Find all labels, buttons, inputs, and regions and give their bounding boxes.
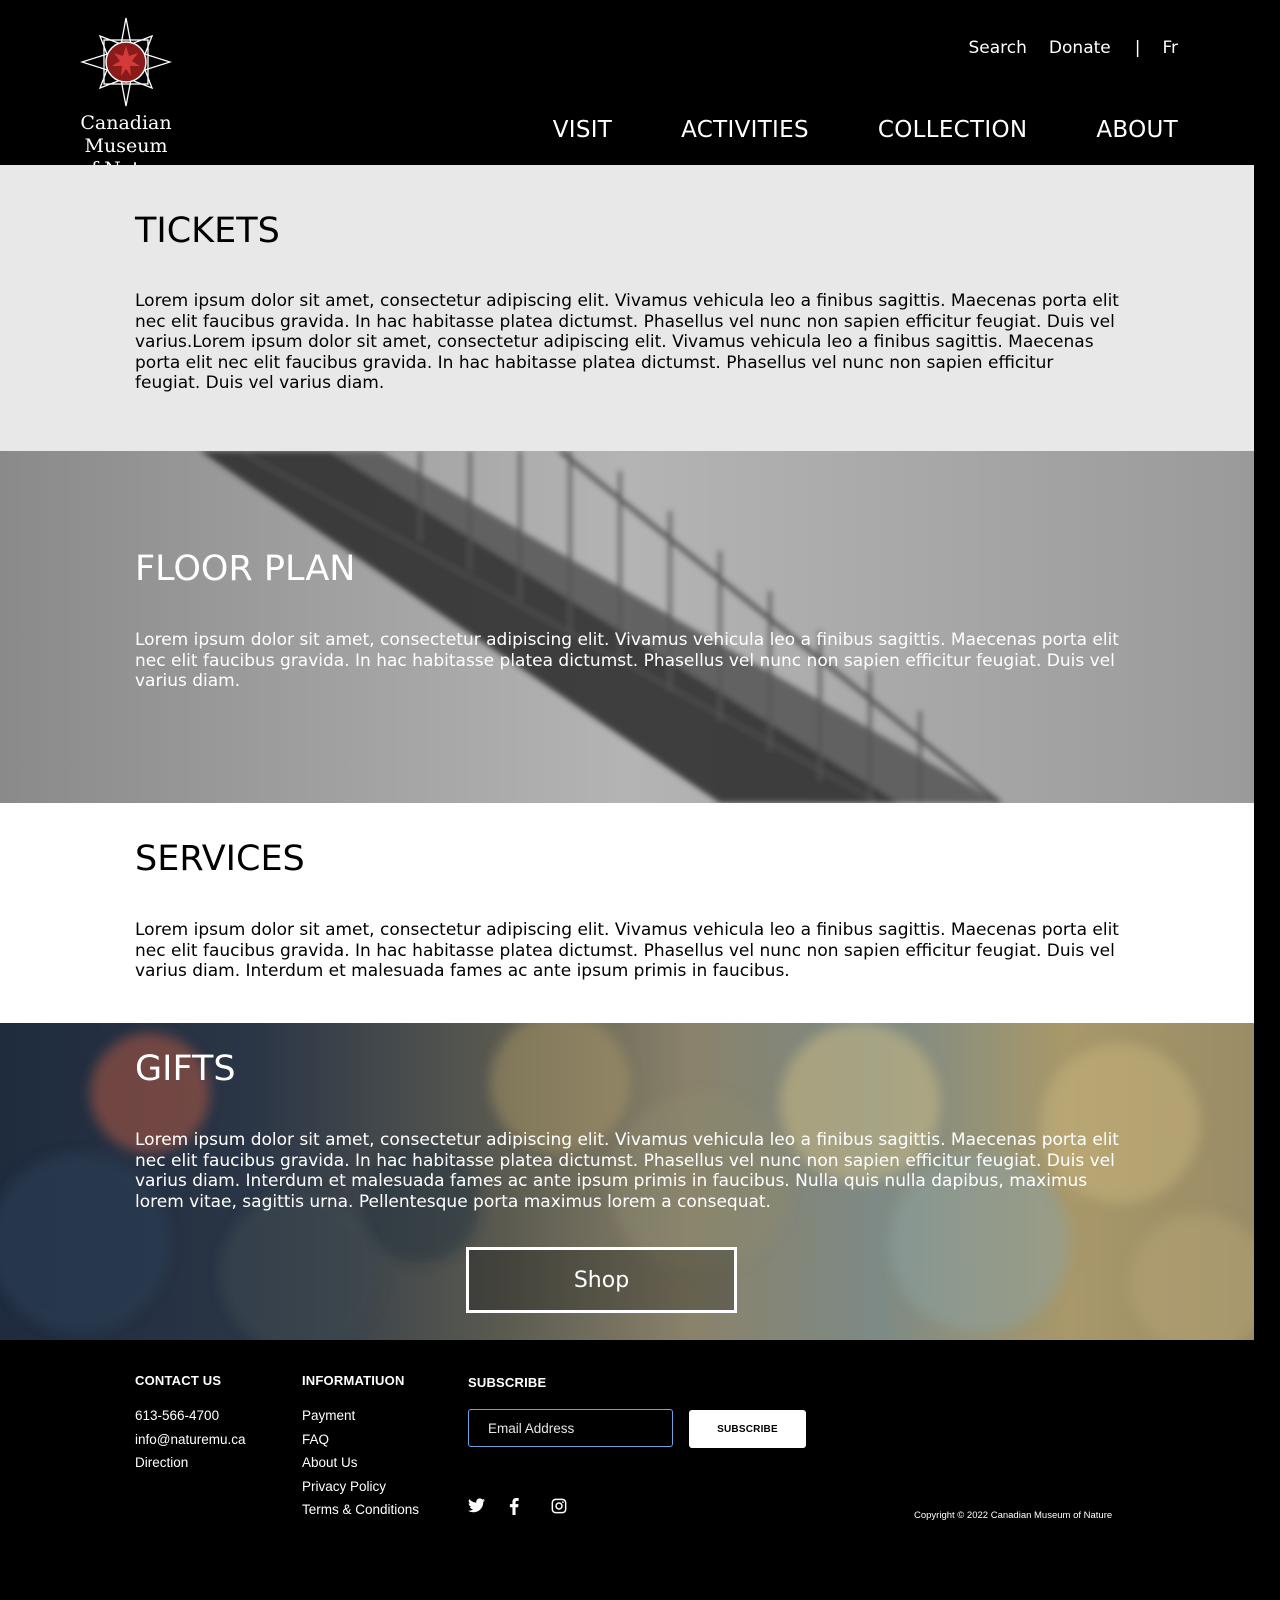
nav-item-activities[interactable]: ACTIVITIES (681, 117, 809, 143)
museum-logo[interactable]: Canadian Museum of Nature (36, 16, 216, 181)
services-title: SERVICES (135, 839, 305, 879)
contact-column: CONTACT US 613-566-4700 info@naturemu.ca… (135, 1373, 246, 1475)
floor-plan-body: Lorem ipsum dolor sit amet, consectetur … (135, 630, 1119, 691)
instagram-icon (551, 1498, 567, 1514)
information-column: INFORMATIUON Payment FAQ About Us Privac… (302, 1373, 419, 1522)
contact-heading: CONTACT US (135, 1373, 222, 1388)
direction-link[interactable]: Direction (135, 1451, 246, 1475)
floor-plan-section: FLOOR PLAN Lorem ipsum dolor sit amet, c… (0, 451, 1254, 803)
terms-link[interactable]: Terms & Conditions (302, 1498, 419, 1522)
copyright-text: Copyright © 2022 Canadian Museum of Natu… (914, 1510, 1113, 1521)
email-link[interactable]: info@naturemu.ca (135, 1428, 246, 1452)
subscribe-column: SUBSCRIBE (468, 1375, 546, 1406)
nav-item-collection[interactable]: COLLECTION (878, 117, 1028, 143)
gifts-section: GIFTS Lorem ipsum dolor sit amet, consec… (0, 1023, 1254, 1340)
about-us-link[interactable]: About Us (302, 1451, 419, 1475)
privacy-policy-link[interactable]: Privacy Policy (302, 1475, 419, 1499)
language-toggle-link[interactable]: Fr (1162, 38, 1178, 58)
faq-link[interactable]: FAQ (302, 1428, 419, 1452)
search-link[interactable]: Search (969, 38, 1027, 58)
email-input[interactable]: Email Address (468, 1409, 673, 1447)
floor-plan-title: FLOOR PLAN (135, 549, 356, 589)
gifts-body: Lorem ipsum dolor sit amet, consectetur … (135, 1130, 1119, 1212)
site-footer: CONTACT US 613-566-4700 info@naturemu.ca… (0, 1340, 1254, 1568)
information-heading: INFORMATIUON (302, 1373, 405, 1388)
utility-nav: Search Donate | Fr (947, 38, 1178, 58)
services-body: Lorem ipsum dolor sit amet, consectetur … (135, 920, 1119, 981)
tickets-title: TICKETS (135, 211, 280, 251)
subscribe-button[interactable]: SUBSCRIBE (689, 1410, 806, 1448)
utility-separator: | (1134, 38, 1141, 58)
facebook-link[interactable] (509, 1498, 519, 1515)
main-nav: VISIT ACTIVITIES COLLECTION ABOUT (553, 117, 1178, 143)
donate-link[interactable]: Donate (1049, 38, 1111, 58)
tickets-section: TICKETS Lorem ipsum dolor sit amet, cons… (0, 165, 1254, 451)
phone-number[interactable]: 613-566-4700 (135, 1404, 246, 1428)
facebook-icon (509, 1498, 519, 1515)
gifts-title: GIFTS (135, 1049, 236, 1089)
staircase-background-image (0, 451, 1254, 803)
twitter-link[interactable] (468, 1498, 485, 1513)
payment-link[interactable]: Payment (302, 1404, 419, 1428)
services-section: SERVICES Lorem ipsum dolor sit amet, con… (0, 803, 1254, 1023)
nav-item-about[interactable]: ABOUT (1096, 117, 1178, 143)
instagram-link[interactable] (551, 1498, 567, 1514)
twitter-icon (468, 1498, 485, 1513)
subscribe-heading: SUBSCRIBE (468, 1375, 547, 1390)
nav-item-visit[interactable]: VISIT (553, 117, 612, 143)
tickets-body: Lorem ipsum dolor sit amet, consectetur … (135, 291, 1119, 393)
shop-button[interactable]: Shop (466, 1247, 737, 1313)
site-header: Canadian Museum of Nature Search Donate … (0, 0, 1254, 180)
museum-emblem-icon (80, 17, 172, 107)
